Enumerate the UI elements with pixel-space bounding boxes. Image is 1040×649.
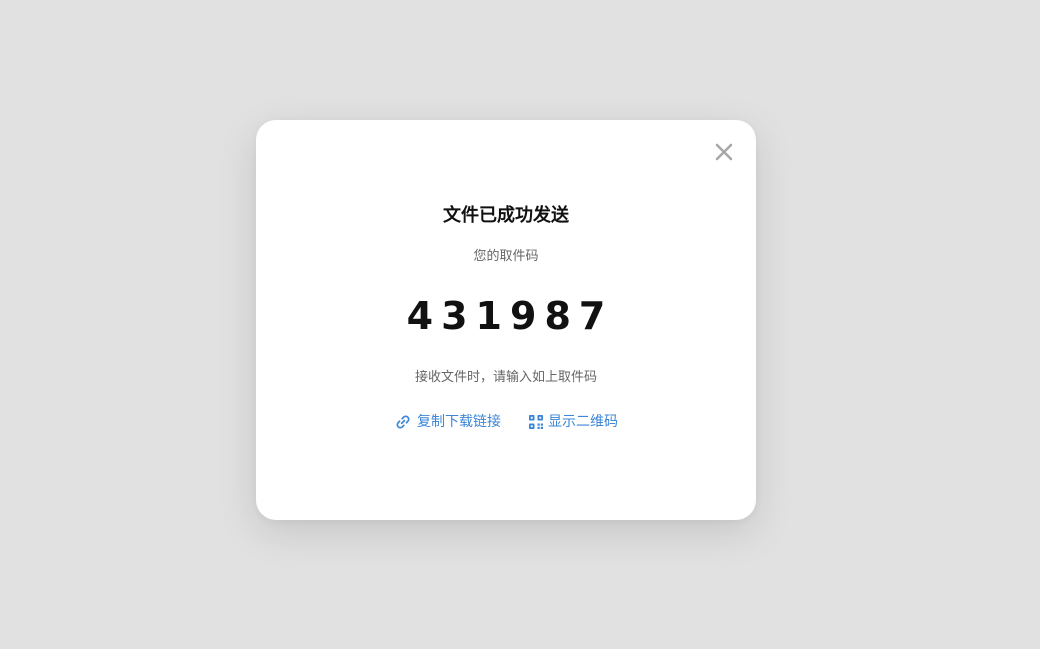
pickup-code-label: 您的取件码 bbox=[473, 249, 539, 264]
show-qr-code-label: 显示二维码 bbox=[548, 414, 618, 430]
copy-download-link-label: 复制下载链接 bbox=[417, 414, 501, 430]
modal-title: 文件已成功发送 bbox=[443, 205, 569, 226]
modal-actions: 复制下载链接 显示二维码 bbox=[256, 412, 756, 432]
show-qr-code-button[interactable]: 显示二维码 bbox=[529, 412, 618, 432]
code-digit: 9 bbox=[510, 294, 537, 338]
code-digit: 1 bbox=[475, 294, 502, 338]
pickup-code: 431987 bbox=[256, 292, 756, 340]
close-button[interactable] bbox=[714, 142, 734, 162]
pickup-code-hint: 接收文件时，请输入如上取件码 bbox=[414, 370, 597, 385]
code-digit: 8 bbox=[544, 294, 571, 338]
code-digit: 4 bbox=[406, 294, 434, 338]
code-digit: 7 bbox=[578, 294, 606, 338]
code-digit: 3 bbox=[441, 294, 468, 338]
close-icon bbox=[715, 143, 733, 161]
link-icon bbox=[396, 415, 410, 429]
qr-code-icon bbox=[529, 415, 543, 429]
share-success-modal: 文件已成功发送 您的取件码 431987 接收文件时，请输入如上取件码 复制下载… bbox=[256, 120, 756, 520]
copy-download-link-button[interactable]: 复制下载链接 bbox=[394, 412, 501, 432]
